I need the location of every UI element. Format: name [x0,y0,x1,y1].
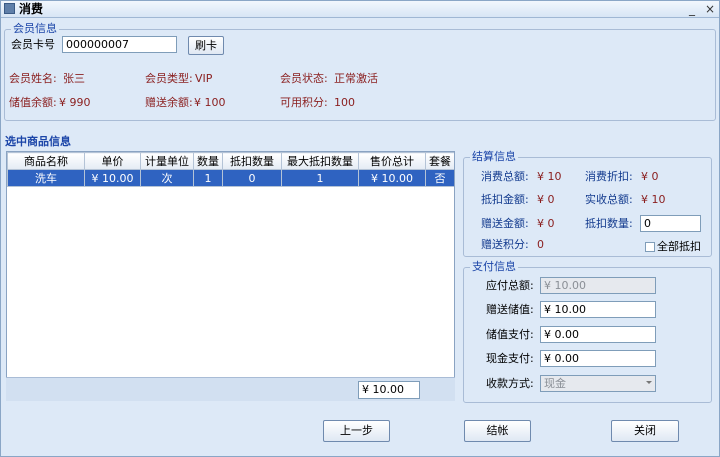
deduct-quantity-input[interactable]: 0 [640,215,701,232]
gift-store-input[interactable]: ¥ 10.00 [540,301,656,318]
product-name-cell[interactable]: 洗车 [7,169,85,187]
cash-payment-label: 现金支付: [486,352,534,365]
column-header[interactable]: 数量 [193,152,223,170]
title-bar: 消费 _ × [1,1,719,18]
column-header[interactable]: 单价 [84,152,141,170]
unit-price-cell[interactable]: ¥ 10.00 [84,169,141,187]
member-type-value: VIP [195,72,213,85]
deduct-amount-label: 抵扣金额: [481,193,529,206]
payable-total-label: 应付总额: [486,279,534,292]
close-window-button[interactable]: × [703,1,717,17]
column-header[interactable]: 最大抵扣数量 [281,152,359,170]
column-header[interactable]: 抵扣数量 [222,152,282,170]
payment-method-select[interactable]: 现金 [540,375,656,392]
member-info-legend: 会员信息 [11,22,59,36]
gift-amount-label: 赠送金额: [481,217,529,230]
received-total-value: ¥ 10 [641,193,666,206]
available-points-label: 可用积分: [280,96,328,109]
table-row[interactable]: 洗车 ¥ 10.00 次 1 0 1 ¥ 10.00 否 [7,169,454,187]
products-total-field: ¥ 10.00 [358,381,420,399]
total-price-cell[interactable]: ¥ 10.00 [358,169,426,187]
received-total-label: 实收总额: [585,193,633,206]
app-icon [4,3,15,14]
total-amount-value: ¥ 10 [537,170,562,183]
checkout-button[interactable]: 结帐 [464,420,531,442]
discount-label: 消费折扣: [585,170,633,183]
deduct-quantity-cell[interactable]: 0 [222,169,282,187]
column-header[interactable]: 计量单位 [140,152,194,170]
column-header[interactable]: 套餐 [425,152,454,170]
payment-method-label: 收款方式: [486,377,534,390]
consume-window: 消费 _ × 会员信息 会员卡号 000000007 刷卡 会员姓名: 张三 会… [0,0,720,457]
max-deduct-quantity-cell[interactable]: 1 [281,169,359,187]
cash-payment-input[interactable]: ¥ 0.00 [540,350,656,367]
all-deduct-label[interactable]: 全部抵扣 [657,240,701,254]
all-deduct-checkbox[interactable] [645,242,655,252]
table-header-row: 商品名称 单价 计量单位 数量 抵扣数量 最大抵扣数量 售价总计 套餐 [7,152,454,170]
products-table: 商品名称 单价 计量单位 数量 抵扣数量 最大抵扣数量 售价总计 套餐 洗车 ¥… [7,152,454,187]
card-number-label: 会员卡号 [11,38,55,51]
member-type-label: 会员类型: [145,72,193,85]
payment-legend: 支付信息 [470,260,518,274]
gift-balance-label: 赠送余额: [145,96,193,109]
gift-store-label: 赠送储值: [486,303,534,316]
member-status-label: 会员状态: [280,72,328,85]
gift-points-label: 赠送积分: [481,238,529,251]
package-cell[interactable]: 否 [425,169,454,187]
chevron-down-icon [646,381,652,384]
payment-method-value: 现金 [544,377,566,390]
gift-balance-value: ¥ 100 [194,96,226,109]
member-name-label: 会员姓名: [9,72,57,85]
selected-products-title: 选中商品信息 [5,135,71,148]
close-button[interactable]: 关闭 [611,420,679,442]
quantity-cell[interactable]: 1 [193,169,223,187]
stored-balance-value: ¥ 990 [59,96,91,109]
previous-step-button[interactable]: 上一步 [323,420,390,442]
store-payment-label: 储值支付: [486,328,534,341]
column-header[interactable]: 商品名称 [7,152,85,170]
column-header[interactable]: 售价总计 [358,152,426,170]
store-payment-input[interactable]: ¥ 0.00 [540,326,656,343]
gift-amount-value: ¥ 0 [537,217,555,230]
total-amount-label: 消费总额: [481,170,529,183]
gift-points-value: 0 [537,238,544,251]
unit-cell[interactable]: 次 [140,169,194,187]
products-grid[interactable]: 商品名称 单价 计量单位 数量 抵扣数量 最大抵扣数量 售价总计 套餐 洗车 ¥… [6,151,455,401]
swipe-card-button[interactable]: 刷卡 [188,36,224,55]
payable-total-input: ¥ 10.00 [540,277,656,294]
settlement-legend: 结算信息 [470,150,518,164]
deduct-amount-value: ¥ 0 [537,193,555,206]
member-status-value: 正常激活 [334,72,378,85]
stored-balance-label: 储值余额: [9,96,57,109]
card-number-input[interactable]: 000000007 [62,36,177,53]
window-title: 消费 [19,2,44,16]
available-points-value: 100 [334,96,355,109]
member-name-value: 张三 [63,72,85,85]
deduct-quantity-label: 抵扣数量: [585,217,633,230]
discount-value: ¥ 0 [641,170,659,183]
minimize-button[interactable]: _ [685,1,699,17]
